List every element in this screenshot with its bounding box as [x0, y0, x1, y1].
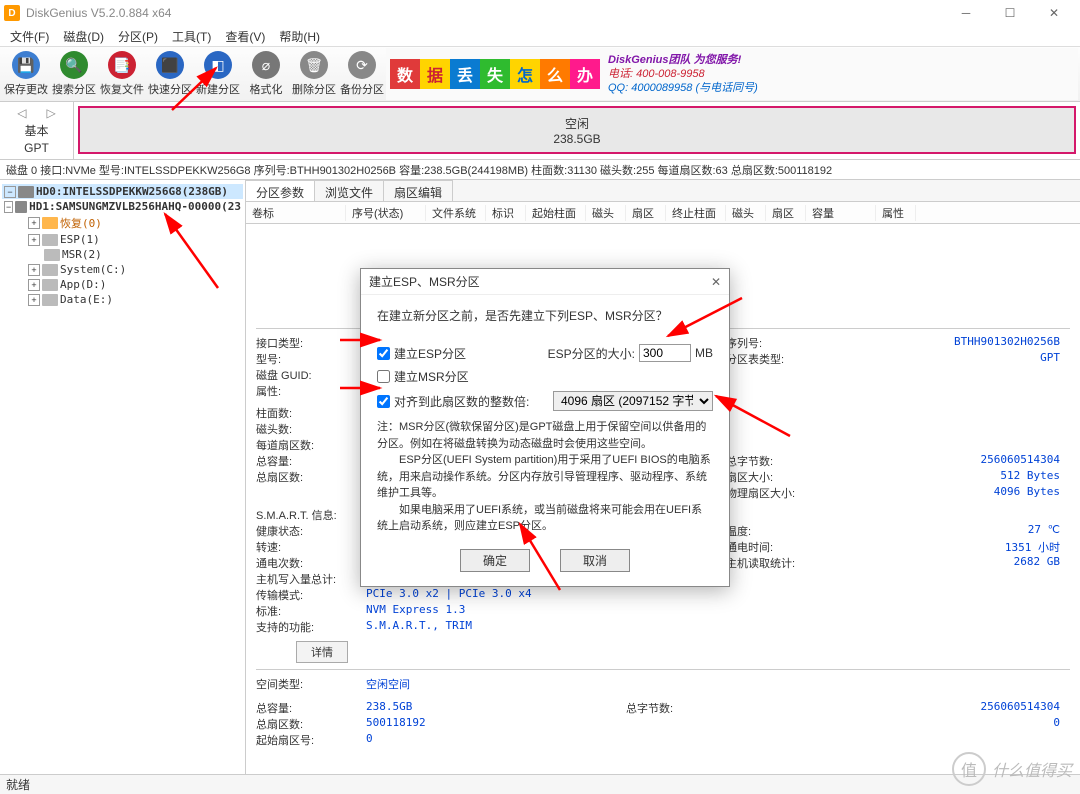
details-button[interactable]: 详情	[296, 641, 348, 663]
banner-qq: QQ: 4000089958 (与电话同号)	[608, 81, 758, 95]
status-bar: 就绪	[0, 774, 1080, 794]
align-select[interactable]: 4096 扇区 (2097152 字节)	[553, 391, 713, 411]
dialog-close-icon[interactable]: ✕	[711, 275, 721, 289]
basic-box: ◁ ▷ 基本 GPT	[0, 102, 74, 159]
menu-partition[interactable]: 分区(P)	[112, 26, 164, 47]
tabs: 分区参数 浏览文件 扇区编辑	[246, 180, 1080, 202]
tree-item-data[interactable]: +Data(E:)	[2, 292, 243, 307]
tb-search[interactable]: 🔍搜索分区	[50, 48, 98, 100]
basic-label: 基本	[24, 122, 48, 139]
tree-hd1[interactable]: −HD1:SAMSUNGMZVLB256HAHQ-00000(23	[2, 199, 243, 214]
nav-left-icon[interactable]: ◁	[17, 106, 26, 120]
menu-file[interactable]: 文件(F)	[4, 26, 55, 47]
align-checkbox[interactable]	[377, 395, 390, 408]
column-headers: 卷标 序号(状态) 文件系统 标识 起始柱面 磁头 扇区 终止柱面 磁头 扇区 …	[246, 202, 1080, 224]
cancel-button[interactable]: 取消	[560, 549, 630, 572]
tb-new[interactable]: ◧新建分区	[194, 48, 242, 100]
esp-size-input[interactable]	[639, 344, 691, 362]
status-text: 就绪	[6, 776, 30, 793]
tree-item-recover[interactable]: +恢复(0)	[2, 214, 243, 232]
banner-tel: 电话: 400-008-9958	[608, 67, 758, 81]
tab-sector[interactable]: 扇区编辑	[384, 180, 453, 201]
esp-checkbox[interactable]	[377, 347, 390, 360]
tb-delete[interactable]: 🗑删除分区	[290, 48, 338, 100]
tb-quick[interactable]: ⬛快速分区	[146, 48, 194, 100]
msr-label: 建立MSR分区	[394, 368, 469, 385]
align-label: 对齐到此扇区数的整数倍:	[394, 393, 529, 410]
partition-size: 238.5GB	[553, 132, 600, 146]
tab-params[interactable]: 分区参数	[246, 180, 315, 201]
banner-brand: DiskGenius团队 为您服务!	[608, 53, 758, 67]
menu-help[interactable]: 帮助(H)	[273, 26, 326, 47]
menu-disk[interactable]: 磁盘(D)	[57, 26, 110, 47]
ad-banner[interactable]: 数 据 丢 失 怎 么 办 DiskGenius团队 为您服务! 电话: 400…	[386, 48, 1078, 100]
watermark: 值什么值得买	[952, 752, 1072, 786]
disk-info-text: 磁盘 0 接口:NVMe 型号:INTELSSDPEKKW256G8 序列号:B…	[6, 162, 832, 178]
banner-chars: 数 据 丢 失 怎 么 办	[390, 59, 600, 89]
partition-bar-free[interactable]: 空闲 238.5GB	[78, 106, 1076, 154]
maximize-button[interactable]: ☐	[988, 0, 1032, 26]
menu-tools[interactable]: 工具(T)	[166, 26, 217, 47]
tree-item-msr[interactable]: MSR(2)	[2, 247, 243, 262]
tree-hd0[interactable]: −HD0:INTELSSDPEKKW256G8(238GB)	[2, 184, 243, 199]
esp-msr-dialog: 建立ESP、MSR分区 ✕ 在建立新分区之前，是否先建立下列ESP、MSR分区？…	[360, 268, 730, 587]
tb-save[interactable]: 💾保存更改	[2, 48, 50, 100]
partition-map-area: ◁ ▷ 基本 GPT 空闲 238.5GB	[0, 102, 1080, 160]
app-icon: D	[4, 5, 20, 21]
msr-checkbox[interactable]	[377, 370, 390, 383]
toolbar: 💾保存更改 🔍搜索分区 📑恢复文件 ⬛快速分区 ◧新建分区 ⌀格式化 🗑删除分区…	[0, 46, 1080, 102]
close-button[interactable]: ✕	[1032, 0, 1076, 26]
tb-recover[interactable]: 📑恢复文件	[98, 48, 146, 100]
window-title: DiskGenius V5.2.0.884 x64	[26, 6, 944, 20]
menu-bar: 文件(F) 磁盘(D) 分区(P) 工具(T) 查看(V) 帮助(H)	[0, 26, 1080, 46]
tb-backup[interactable]: ⟳备份分区	[338, 48, 386, 100]
tree-item-esp[interactable]: +ESP(1)	[2, 232, 243, 247]
menu-view[interactable]: 查看(V)	[219, 26, 271, 47]
tree-item-system[interactable]: +System(C:)	[2, 262, 243, 277]
dialog-title: 建立ESP、MSR分区	[369, 273, 480, 290]
title-bar: D DiskGenius V5.2.0.884 x64 ─ ☐ ✕	[0, 0, 1080, 26]
disk-info-strip: 磁盘 0 接口:NVMe 型号:INTELSSDPEKKW256G8 序列号:B…	[0, 160, 1080, 180]
dialog-question: 在建立新分区之前，是否先建立下列ESP、MSR分区？	[377, 307, 713, 324]
ok-button[interactable]: 确定	[460, 549, 530, 572]
esp-unit: MB	[695, 346, 713, 360]
minimize-button[interactable]: ─	[944, 0, 988, 26]
gpt-label: GPT	[24, 141, 49, 155]
esp-size-label: ESP分区的大小:	[548, 345, 635, 362]
disk-tree[interactable]: −HD0:INTELSSDPEKKW256G8(238GB) −HD1:SAMS…	[0, 180, 246, 774]
tab-browse[interactable]: 浏览文件	[315, 180, 384, 201]
esp-label: 建立ESP分区	[394, 345, 466, 362]
dialog-note: 注：MSR分区(微软保留分区)是GPT磁盘上用于保留空间以供备用的分区。例如在将…	[377, 419, 713, 535]
tb-format[interactable]: ⌀格式化	[242, 48, 290, 100]
partition-name: 空闲	[565, 115, 589, 132]
tree-item-app[interactable]: +App(D:)	[2, 277, 243, 292]
nav-right-icon[interactable]: ▷	[47, 106, 56, 120]
